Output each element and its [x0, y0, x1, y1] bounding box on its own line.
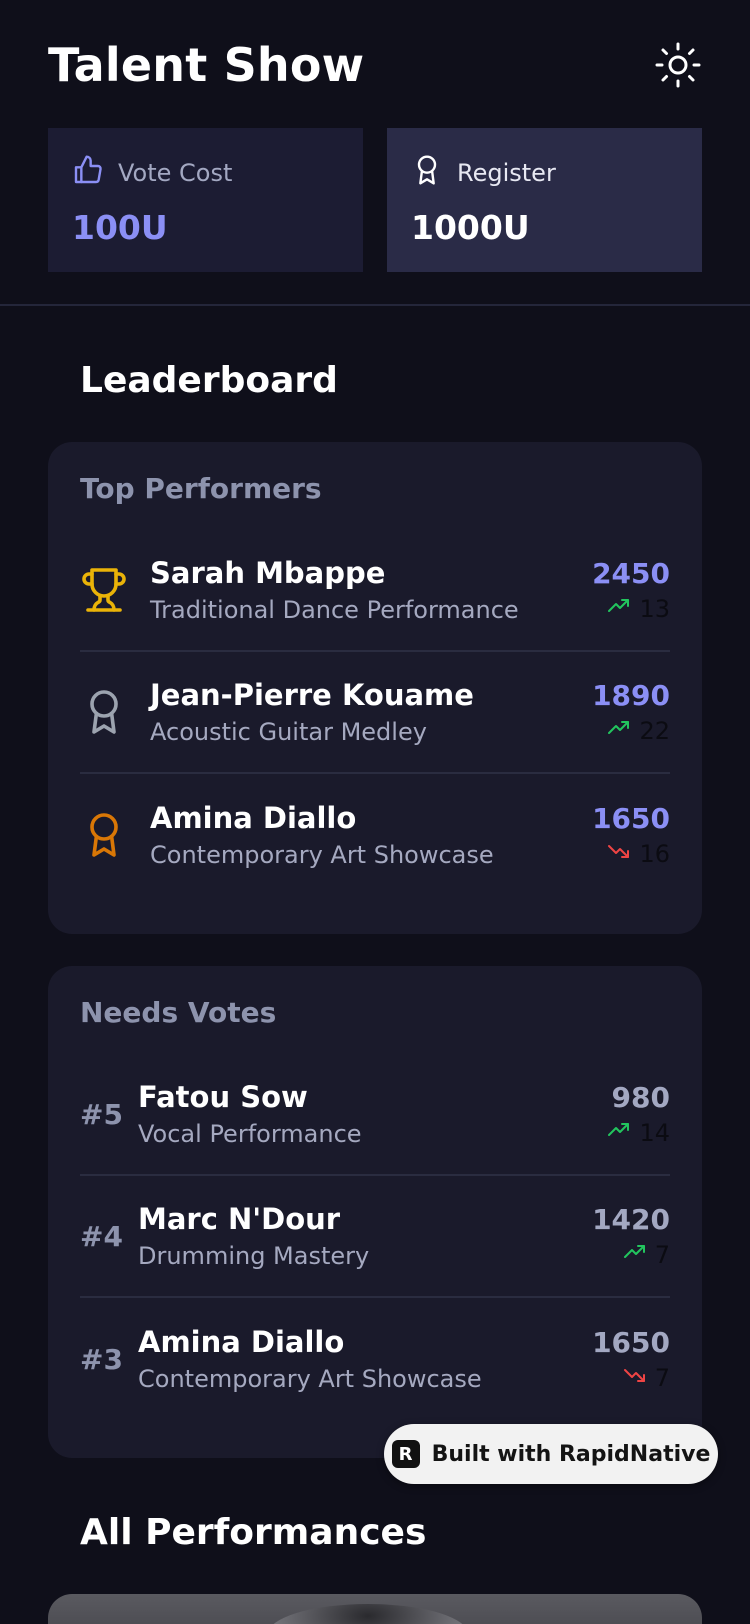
trending-down-icon	[607, 839, 631, 869]
performance-thumbnail	[268, 1604, 468, 1624]
list-item[interactable]: Jean-Pierre Kouame Acoustic Guitar Medle…	[80, 652, 670, 774]
needs-votes-title: Needs Votes	[80, 996, 277, 1029]
page-title: Talent Show	[48, 38, 365, 92]
performer-name: Amina Diallo	[138, 1325, 345, 1359]
performer-name: Fatou Sow	[138, 1080, 308, 1114]
award-icon	[411, 154, 443, 192]
performer-name: Amina Diallo	[150, 801, 357, 835]
trend-count: 7	[654, 1363, 670, 1392]
list-item[interactable]: #4 Marc N'Dour Drumming Mastery 1420 7	[80, 1176, 670, 1298]
trend-count: 13	[639, 594, 670, 623]
vote-score: 1420	[592, 1202, 670, 1236]
built-with-text: Built with RapidNative	[431, 1441, 711, 1467]
top-performers-title: Top Performers	[80, 472, 322, 505]
performance-title: Traditional Dance Performance	[150, 596, 519, 624]
leaderboard-title: Leaderboard	[80, 360, 338, 401]
register-value: 1000U	[411, 207, 530, 247]
vote-score: 980	[611, 1080, 670, 1114]
vote-cost-label: Vote Cost	[118, 158, 233, 187]
trending-up-icon	[607, 1118, 631, 1148]
rank-label: #3	[80, 1342, 123, 1376]
vote-score: 1650	[592, 801, 670, 835]
performer-name: Marc N'Dour	[138, 1202, 341, 1236]
list-item[interactable]: #3 Amina Diallo Contemporary Art Showcas…	[80, 1298, 670, 1420]
header: Talent Show	[48, 30, 702, 100]
trend-count: 22	[639, 716, 670, 745]
trophy-icon	[80, 566, 150, 614]
list-item[interactable]: #5 Fatou Sow Vocal Performance 980 14	[80, 1054, 670, 1176]
rapidnative-logo-icon: R	[391, 1440, 420, 1468]
needs-votes-panel: Needs Votes #5 Fatou Sow Vocal Performan…	[48, 966, 702, 1458]
stats-row: Vote Cost 100U Register 1000U	[48, 128, 702, 272]
list-item[interactable]: Amina Diallo Contemporary Art Showcase 1…	[80, 774, 670, 896]
silver-medal-icon	[80, 688, 150, 736]
trend-count: 7	[654, 1240, 670, 1269]
trend-count: 14	[639, 1118, 670, 1147]
list-item[interactable]: Sarah Mbappe Traditional Dance Performan…	[80, 530, 670, 652]
performance-title: Acoustic Guitar Medley	[150, 718, 427, 746]
register-card[interactable]: Register 1000U	[387, 128, 702, 272]
performance-title: Drumming Mastery	[138, 1242, 370, 1270]
divider	[0, 304, 750, 306]
top-performers-panel: Top Performers Sarah Mbappe Traditional …	[48, 442, 702, 934]
register-label: Register	[457, 158, 556, 187]
all-performances-title: All Performances	[80, 1512, 427, 1553]
built-with-badge[interactable]: R Built with RapidNative	[384, 1424, 718, 1484]
talent-show-screen: Talent Show Vote Cost 100U Register 1000…	[0, 0, 750, 1624]
trend-count: 16	[639, 839, 670, 868]
vote-cost-card: Vote Cost 100U	[48, 128, 363, 272]
bronze-medal-icon	[80, 811, 150, 859]
vote-score: 2450	[592, 556, 670, 590]
rank-label: #4	[80, 1219, 123, 1253]
trending-up-icon	[607, 716, 631, 746]
performer-name: Jean-Pierre Kouame	[150, 678, 474, 712]
sun-icon[interactable]	[654, 41, 702, 89]
vote-score: 1650	[592, 1325, 670, 1359]
rank-label: #5	[80, 1097, 123, 1131]
performance-title: Contemporary Art Showcase	[138, 1365, 482, 1393]
vote-cost-value: 100U	[72, 207, 168, 247]
trending-up-icon	[623, 1240, 647, 1270]
performer-name: Sarah Mbappe	[150, 556, 386, 590]
vote-score: 1890	[592, 678, 670, 712]
performance-title: Contemporary Art Showcase	[150, 841, 494, 869]
performance-title: Vocal Performance	[138, 1120, 362, 1148]
trending-down-icon	[623, 1363, 647, 1393]
trending-up-icon	[607, 594, 631, 624]
performance-card-image[interactable]	[48, 1594, 702, 1624]
thumbs-up-icon	[72, 154, 104, 192]
